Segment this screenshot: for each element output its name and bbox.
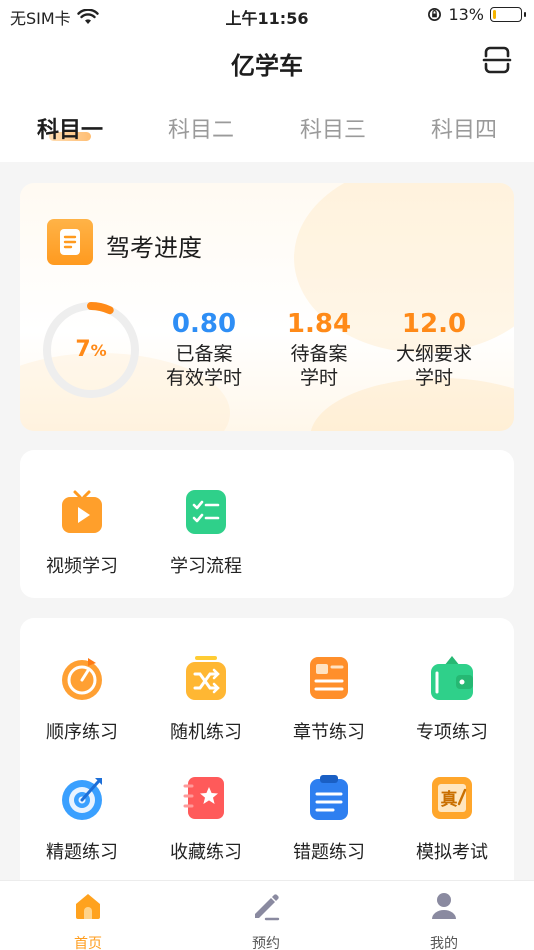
tab-home[interactable]: 首页: [38, 891, 138, 950]
tv-play-icon: [62, 490, 102, 533]
home-icon: [76, 894, 100, 919]
status-bar: 无SIM卡 上午11:56 13%: [0, 0, 534, 30]
practice-card: 顺序练习 随机练习 章节练习 专项练习 精题练习 收藏练习 错题练习 真 模拟考…: [20, 618, 514, 880]
item-label: 随机练习: [170, 722, 242, 743]
stat-required-hours: 12.0 大纲要求 学时: [376, 309, 492, 390]
item-label: 精题练习: [46, 842, 118, 863]
page-title: 亿学车: [231, 52, 303, 80]
item-label: 学习流程: [170, 556, 242, 577]
battery-icon: [490, 7, 526, 22]
progress-title: 驾考进度: [106, 234, 202, 262]
stat-label: 学时: [299, 367, 338, 389]
tab-label: 首页: [74, 936, 102, 950]
tab-booking[interactable]: 预约: [216, 891, 316, 950]
tab-subject-4[interactable]: 科目四: [397, 112, 531, 144]
tab-subject-2[interactable]: 科目二: [134, 112, 268, 144]
checklist-icon: [186, 490, 226, 534]
sequential-icon: [62, 658, 102, 700]
tab-subject-3[interactable]: 科目三: [266, 112, 400, 144]
pencil-icon: [255, 894, 280, 921]
exam-icon: 真: [432, 777, 472, 819]
item-label: 专项练习: [416, 722, 488, 743]
stat-filed-hours: 0.80 已备案 有效学时: [146, 309, 262, 390]
star-notebook-icon: [183, 777, 224, 819]
stat-label: 有效学时: [165, 367, 242, 389]
svg-text:真: 真: [441, 789, 458, 810]
sequential-practice-button[interactable]: 顺序练习: [20, 654, 144, 744]
document-icon: [47, 219, 93, 265]
stat-label: 大纲要求: [395, 343, 472, 365]
battery-percent: 13%: [448, 5, 484, 24]
favorite-practice-button[interactable]: 收藏练习: [144, 774, 268, 864]
stat-value: 12.0: [401, 309, 467, 339]
tab-label: 预约: [252, 936, 280, 950]
wrong-answer-practice-button[interactable]: 错题练习: [267, 774, 391, 864]
stat-value: 0.80: [171, 309, 237, 339]
study-card: 视频学习 学习流程: [20, 450, 514, 598]
tab-mine[interactable]: 我的: [394, 891, 494, 950]
mock-exam-button[interactable]: 真 模拟考试: [390, 774, 514, 864]
video-study-button[interactable]: 视频学习: [20, 488, 144, 578]
tab-label: 我的: [430, 936, 458, 950]
bottom-tab-bar: 首页 预约 我的: [0, 880, 534, 950]
chapter-practice-button[interactable]: 章节练习: [267, 654, 391, 744]
stat-label: 待备案: [290, 343, 348, 365]
stat-label: 已备案: [175, 343, 233, 365]
user-icon: [432, 893, 456, 919]
item-label: 错题练习: [293, 842, 365, 863]
chapter-icon: [310, 657, 348, 699]
special-icon: [431, 656, 473, 700]
scan-icon[interactable]: [482, 45, 512, 75]
item-label: 模拟考试: [416, 842, 488, 863]
special-practice-button[interactable]: 专项练习: [390, 654, 514, 744]
random-practice-button[interactable]: 随机练习: [144, 654, 268, 744]
item-label: 顺序练习: [46, 722, 118, 743]
item-label: 章节练习: [293, 722, 365, 743]
stat-value: 1.84: [286, 309, 352, 339]
subject-tabs: 科目一 科目二 科目三 科目四: [0, 92, 534, 162]
study-process-button[interactable]: 学习流程: [144, 488, 268, 578]
rotation-lock-icon: [428, 8, 442, 21]
tab-subject-1[interactable]: 科目一: [3, 112, 137, 144]
stat-label: 学时: [414, 367, 453, 389]
target-icon: [62, 778, 102, 820]
item-label: 收藏练习: [170, 842, 242, 863]
nav-bar: 亿学车: [0, 30, 534, 92]
progress-percent: 7%: [75, 337, 107, 362]
item-label: 视频学习: [46, 556, 118, 577]
selected-practice-button[interactable]: 精题练习: [20, 774, 144, 864]
stat-pending-hours: 1.84 待备案 学时: [261, 309, 377, 390]
clipboard-icon: [310, 775, 348, 820]
driving-progress-card[interactable]: 驾考进度 7% 0.80 已备案 有效学时 1.84 待备案 学时 12.0 大…: [20, 183, 514, 431]
shuffle-icon: [186, 656, 226, 700]
